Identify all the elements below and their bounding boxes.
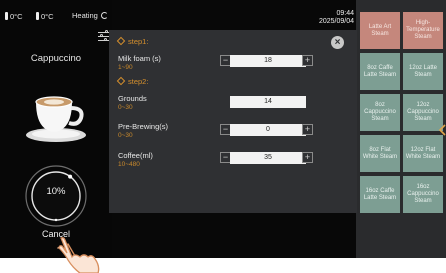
pre-brewing-value[interactable]: 0 (230, 124, 306, 136)
heating-status: Heating (72, 12, 108, 20)
step2-title: step2: (116, 76, 149, 86)
step1-title-text: step1: (128, 37, 149, 46)
milk-foam-plus-button[interactable]: + (302, 55, 313, 66)
time-text: 09:44 (336, 10, 354, 17)
coffee-range: 10~480 (118, 161, 140, 168)
milk-foam-value[interactable]: 18 (230, 55, 306, 67)
step2-title-text: step2: (128, 77, 149, 86)
recipe-16oz-cappuccino-steam[interactable]: 16oz Cappuccino Steam (403, 176, 443, 213)
chevron-left-icon[interactable] (439, 124, 446, 136)
recipe-latte-art-steam[interactable]: Latte Art Steam (360, 12, 400, 49)
pre-brewing-label: Pre-Brewing(s) (118, 122, 169, 131)
machine-screen: 0°C 0°C Heating 09:44 2025/09/04 Cappucc… (0, 0, 446, 258)
grounds-range: 0~30 (118, 104, 133, 111)
coffee-cup-icon (26, 96, 86, 142)
pre-brewing-plus-button[interactable]: + (302, 124, 313, 135)
coffee-value[interactable]: 35 (230, 152, 306, 164)
gear-icon (116, 36, 126, 46)
pre-brewing-range: 0~30 (118, 132, 133, 139)
coffee-label: Coffee(ml) (118, 151, 153, 160)
recipe-8oz-cappuccino-steam[interactable]: 8oz Cappuccino Steam (360, 94, 400, 131)
grounds-label: Grounds (118, 94, 147, 103)
temperature-1: 0°C (5, 12, 23, 21)
close-icon[interactable]: × (331, 36, 344, 49)
refresh-icon (100, 12, 108, 19)
recipe-high-temperature-steam[interactable]: High-Temperature Steam (403, 12, 443, 49)
recipe-16oz-caffe-latte-steam[interactable]: 16oz Caffe Latte Steam (360, 176, 400, 213)
recipe-8oz-caffe-latte-steam[interactable]: 8oz Caffe Latte Steam (360, 53, 400, 90)
heating-label: Heating (72, 11, 98, 20)
recipe-12oz-latte-steam[interactable]: 12oz Latte Steam (403, 53, 443, 90)
temperature-2-value: 0°C (41, 12, 54, 21)
recipe-8oz-flat-white-steam[interactable]: 8oz Flat White Steam (360, 135, 400, 172)
milk-foam-range: 1~90 (118, 64, 133, 71)
temperature-1-value: 0°C (10, 12, 23, 21)
date-text: 2025/09/04 (318, 18, 354, 25)
grounds-value[interactable]: 14 (230, 96, 306, 108)
step1-title: step1: (116, 36, 149, 46)
recipe-12oz-flat-white-steam[interactable]: 12oz Flat White Steam (403, 135, 443, 172)
temperature-2: 0°C (36, 12, 54, 21)
milk-foam-label: Milk foam (s) (118, 54, 161, 63)
recipe-12oz-cappuccino-steam[interactable]: 12oz Cappuccino Steam (403, 94, 443, 131)
progress-percent: 10% (46, 186, 66, 197)
thermometer-icon (5, 12, 8, 20)
gear-icon (116, 76, 126, 86)
thermometer-icon (36, 12, 39, 20)
coffee-plus-button[interactable]: + (302, 152, 313, 163)
hand-pointer-icon (57, 237, 100, 273)
product-name: Cappuccino (30, 53, 82, 64)
clock: 09:44 2025/09/04 (319, 10, 354, 26)
